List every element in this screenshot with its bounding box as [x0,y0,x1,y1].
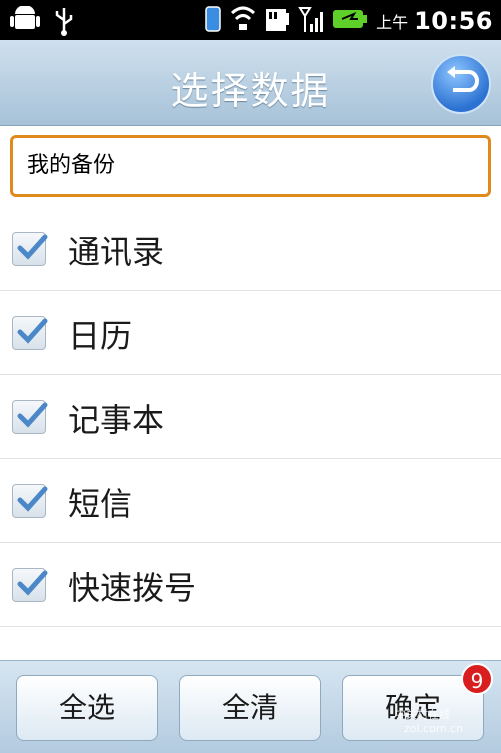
checkbox[interactable] [12,484,48,518]
wifi-icon [230,5,256,37]
checkmark-icon [17,402,48,428]
status-bar: 上午 10:56 [0,0,501,40]
usb-icon [50,6,78,40]
list-item-speed-dial[interactable]: 快速拨号 [0,543,501,627]
checkbox[interactable] [12,400,48,434]
list-item-sms[interactable]: 短信 [0,459,501,543]
list-item-calendar[interactable]: 日历 [0,291,501,375]
battery-charging-icon [332,7,368,35]
checkbox[interactable] [12,232,48,266]
undo-arrow-icon [443,64,479,104]
title-bar: 选择数据 [0,40,501,126]
item-label: 记事本 [68,401,165,439]
watermark-url: zol.com.cn [404,722,464,735]
item-label: 短信 [68,485,133,523]
select-all-button[interactable]: 全选 [16,675,158,741]
checkmark-icon [17,570,48,596]
checkmark-icon [17,234,48,260]
list-item-contacts[interactable]: 通讯录 [0,207,501,291]
item-label: 通讯录 [68,233,165,271]
clock: 10:56 [414,7,493,35]
signal-icon [298,4,324,38]
item-label: 日历 [68,317,133,355]
watermark: 中关村在线 [395,708,450,721]
ampm-label: 上午 [376,13,409,32]
back-button[interactable] [431,54,491,114]
sd-card-icon [264,5,290,37]
list-item-notepad[interactable]: 记事本 [0,375,501,459]
checkbox[interactable] [12,316,48,350]
page-title: 选择数据 [170,69,331,113]
checkmark-icon [17,318,48,344]
android-icon [10,5,40,40]
notification-badge: 9 [461,663,493,695]
checkmark-icon [17,486,48,512]
clear-all-button[interactable]: 全清 [179,675,321,741]
backup-name-input[interactable]: 我的备份 [10,135,491,197]
item-label: 快速拨号 [68,569,197,607]
sim-icon [204,5,222,37]
checkbox[interactable] [12,568,48,602]
